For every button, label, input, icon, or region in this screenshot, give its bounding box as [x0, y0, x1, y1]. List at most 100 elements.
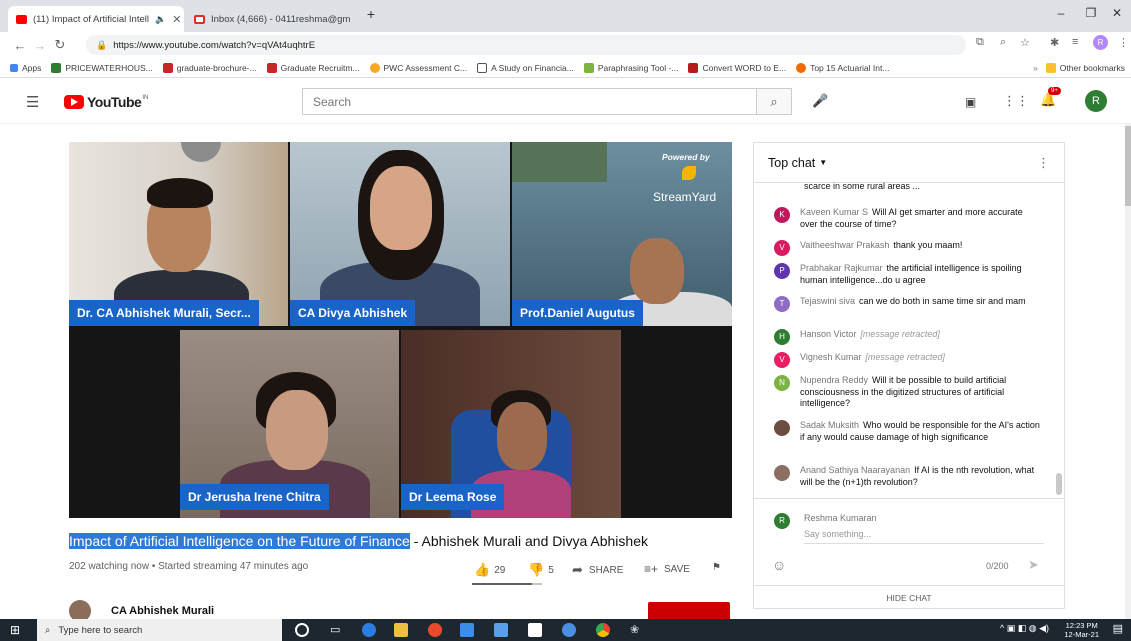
share-button[interactable]: ➦ SHARE	[572, 562, 623, 578]
chat-message[interactable]: N Nupendra Reddy Will it be possible to bu…	[774, 375, 1042, 410]
bookmark-item[interactable]: Top 15 Actuarial Int...	[796, 62, 889, 73]
chat-message[interactable]: K Kaveen Kumar S Will AI get smarter and m…	[774, 207, 1042, 230]
chat-author-avatar[interactable]	[774, 465, 790, 481]
youtube-logo[interactable]: YouTube IN	[64, 94, 148, 110]
windows-start-icon[interactable]: ⊞	[10, 623, 20, 637]
cortana-icon[interactable]	[295, 623, 309, 637]
chat-author-name[interactable]: Hanson Victor	[800, 329, 856, 339]
chat-author-name[interactable]: Tejaswini siva	[800, 296, 855, 306]
taskbar-search[interactable]: ⌕ Type here to search	[37, 619, 282, 641]
top-chat-dropdown[interactable]: Top chat	[768, 156, 815, 170]
task-view-icon[interactable]: ▭	[330, 623, 344, 637]
chat-author-name[interactable]: Vaitheeshwar Prakash	[800, 240, 889, 250]
chat-message[interactable]: H Hanson Victor [message retracted]	[774, 329, 1042, 345]
chat-author-name[interactable]: Sadak Muksith	[800, 420, 859, 430]
user-avatar[interactable]: R	[1085, 90, 1107, 112]
close-tab-icon[interactable]: ✕	[350, 13, 356, 26]
bookmark-item[interactable]: PWC Assessment C...	[369, 62, 467, 73]
app-icon[interactable]	[562, 623, 576, 637]
bookmark-item[interactable]: PRICEWATERHOUS...	[51, 62, 153, 73]
reload-icon[interactable]: ↻	[50, 37, 70, 53]
bookmark-item[interactable]: graduate-brochure-...	[162, 62, 257, 73]
chat-author-avatar[interactable]: K	[774, 207, 790, 223]
chat-author-avatar[interactable]: V	[774, 352, 790, 368]
photos-icon[interactable]: ❀	[630, 623, 644, 637]
chat-author-name[interactable]: Prabhakar Rajkumar	[800, 263, 883, 273]
chat-author-name[interactable]: Nupendra Reddy	[800, 375, 868, 385]
chat-author-avatar[interactable]: V	[774, 240, 790, 256]
chat-message[interactable]: T Tejaswini siva can we do both in same ti…	[774, 296, 1042, 312]
bookmark-item[interactable]: Graduate Recruitm...	[266, 62, 360, 73]
send-icon[interactable]: ➤	[1028, 557, 1039, 573]
search-input[interactable]: Search	[302, 88, 756, 115]
chat-author-name[interactable]: Kaveen Kumar S	[800, 207, 868, 217]
zoom-icon[interactable]: ⌕	[1000, 36, 1006, 49]
chat-menu-dots-icon[interactable]: ⋮	[1037, 155, 1050, 171]
bookmark-apps[interactable]: Apps	[10, 63, 41, 73]
other-bookmarks[interactable]: » Other bookmarks	[1033, 62, 1125, 73]
dislike-button[interactable]: 👎 5	[528, 562, 554, 578]
notifications-icon[interactable]: ▤	[1113, 622, 1123, 635]
search-button[interactable]: ⌕	[756, 88, 792, 115]
video-title: Impact of Artificial Intelligence on the…	[69, 533, 648, 549]
tab-youtube[interactable]: (11) Impact of Artificial Intell 🔈 ✕	[8, 6, 184, 32]
menu-dots-icon[interactable]: ⋮	[1118, 36, 1129, 49]
chat-message[interactable]: Anand Sathiya Naarayanan If AI is the nth…	[774, 465, 1042, 488]
chat-author-name[interactable]: Vignesh Kumar	[800, 352, 861, 362]
chat-scrollbar[interactable]	[1056, 473, 1062, 495]
participant-face	[266, 390, 328, 470]
chat-author-avatar[interactable]	[774, 420, 790, 436]
video-player[interactable]: Dr. CA Abhishek Murali, Secr... CA Divya…	[69, 142, 732, 518]
chat-author-avatar[interactable]: T	[774, 296, 790, 312]
chevron-down-icon[interactable]: ▼	[819, 158, 827, 167]
page-scroll-thumb[interactable]	[1125, 126, 1131, 206]
chrome-icon[interactable]	[596, 623, 610, 637]
extension-icon[interactable]: ✱	[1050, 36, 1059, 49]
emoji-icon[interactable]: ☺	[772, 557, 786, 573]
create-video-icon[interactable]: ▣	[965, 95, 976, 109]
chat-message-input[interactable]: Say something...	[804, 529, 1044, 544]
reading-icon[interactable]: ≡	[1072, 36, 1078, 48]
apps-grid-icon[interactable]: ⋮⋮	[1003, 93, 1029, 109]
minimize-icon[interactable]: –	[1050, 6, 1072, 20]
report-flag-icon[interactable]: ⚑	[712, 562, 721, 573]
chat-message[interactable]: Sadak Muksith Who would be responsible fo…	[774, 420, 1042, 443]
store-icon[interactable]	[460, 623, 474, 637]
chat-author-avatar[interactable]: P	[774, 263, 790, 279]
back-icon[interactable]: ←	[10, 38, 30, 53]
star-icon[interactable]: ☆	[1020, 36, 1030, 49]
page-scrollbar[interactable]	[1125, 124, 1131, 619]
chat-message[interactable]: P Prabhakar Rajkumar the artificial intell…	[774, 263, 1042, 286]
save-button[interactable]: ≡+ SAVE	[644, 562, 690, 576]
tab-gmail[interactable]: Inbox (4,666) - 0411reshma@gm ✕	[186, 6, 356, 32]
bookmark-item[interactable]: Paraphrasing Tool -...	[583, 62, 678, 73]
forward-icon[interactable]: →	[30, 38, 50, 53]
chat-author-avatar[interactable]: N	[774, 375, 790, 391]
profile-avatar[interactable]: R	[1093, 35, 1108, 50]
edge-icon[interactable]	[362, 623, 376, 637]
hide-chat-button[interactable]: HIDE CHAT	[754, 585, 1064, 609]
mail-icon[interactable]	[494, 623, 508, 637]
document-icon[interactable]	[528, 623, 542, 637]
chat-message[interactable]: V Vignesh Kumar [message retracted]	[774, 352, 1042, 368]
file-explorer-icon[interactable]	[394, 623, 408, 637]
cast-icon[interactable]: ⧉	[976, 36, 984, 49]
like-button[interactable]: 👍 29	[474, 562, 505, 578]
bookmark-item[interactable]: Convert WORD to E...	[688, 62, 786, 73]
system-tray-icons[interactable]: ^ ▣ ◧ ◍ ◀)	[1000, 623, 1049, 634]
url-field[interactable]: 🔒 https://www.youtube.com/watch?v=qVAt4u…	[86, 35, 966, 55]
bookmark-item[interactable]: A Study on Financia...	[477, 62, 574, 73]
system-clock[interactable]: 12:23 PM 12-Mar-21	[1064, 621, 1099, 639]
close-tab-icon[interactable]: ✕	[166, 13, 181, 26]
hamburger-menu-icon[interactable]: ☰	[26, 93, 39, 111]
close-window-icon[interactable]: ✕	[1106, 6, 1128, 20]
chat-author-avatar[interactable]: H	[774, 329, 790, 345]
new-tab-icon[interactable]: +	[360, 6, 382, 22]
opera-icon[interactable]	[428, 623, 442, 637]
maximize-icon[interactable]: ❐	[1080, 6, 1102, 20]
chat-message[interactable]: V Vaitheeshwar Prakash thank you maam!	[774, 240, 1042, 256]
like-ratio-bar	[472, 583, 542, 585]
microphone-icon[interactable]: 🎤	[812, 93, 828, 109]
chat-author-name[interactable]: Anand Sathiya Naarayanan	[800, 465, 910, 475]
youtube-favicon-icon	[16, 14, 27, 24]
